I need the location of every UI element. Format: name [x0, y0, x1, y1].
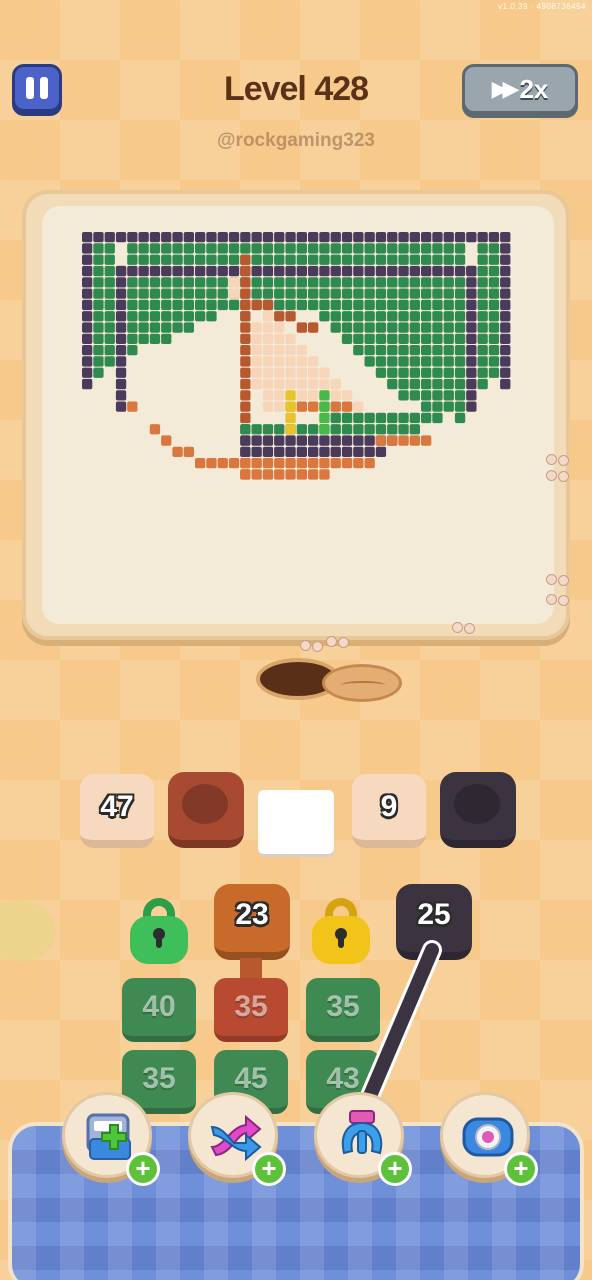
- magnet-plus-icon[interactable]: +: [504, 1152, 538, 1186]
- drag-rope: [354, 940, 442, 1120]
- shuffle-plus-icon[interactable]: +: [252, 1152, 286, 1186]
- add-slot-plus-icon[interactable]: +: [126, 1152, 160, 1186]
- claw-plus-icon[interactable]: +: [378, 1152, 412, 1186]
